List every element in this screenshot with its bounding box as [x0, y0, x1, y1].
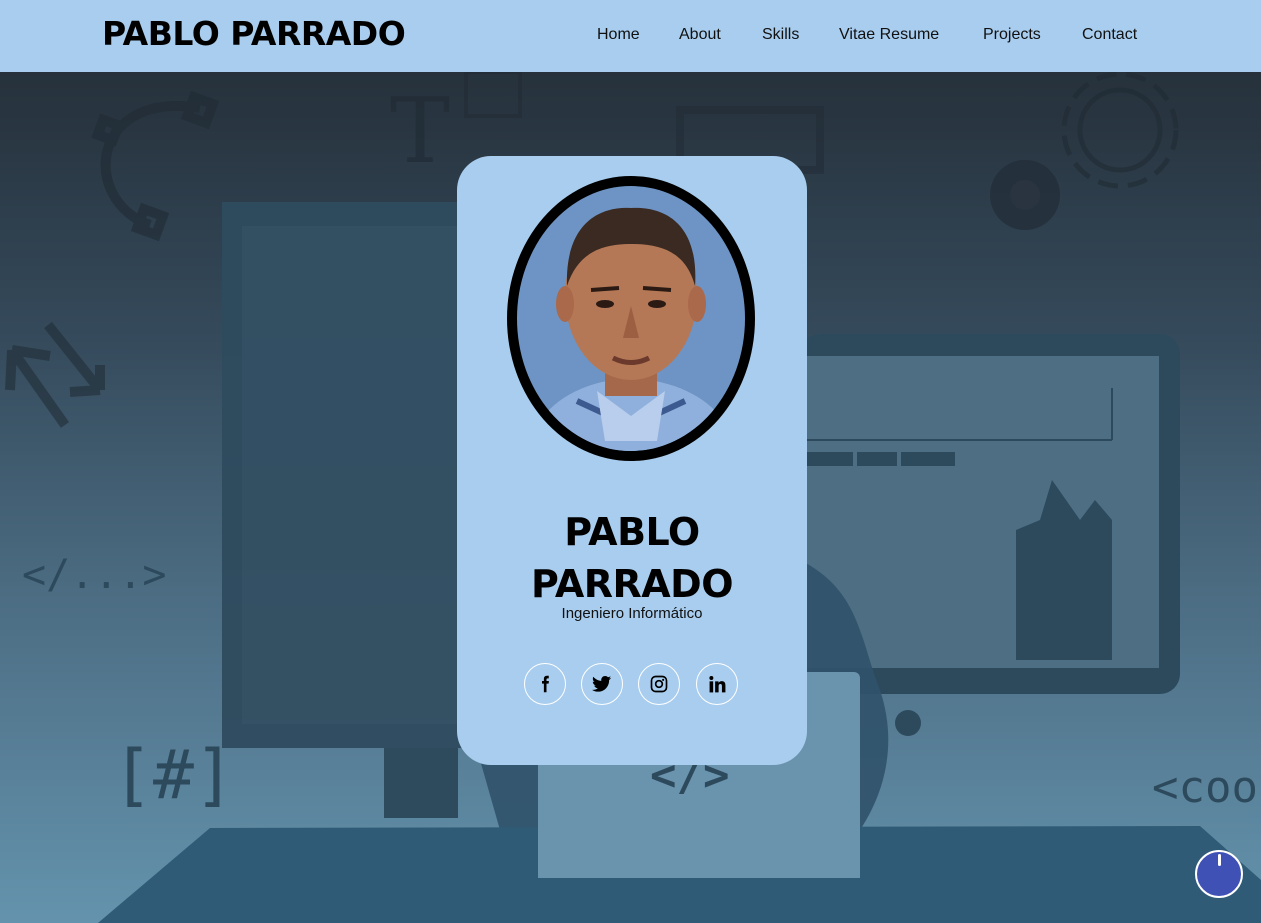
facebook-button[interactable] [524, 663, 566, 705]
nav-link-about[interactable]: About [679, 26, 721, 44]
linkedin-icon [708, 675, 725, 692]
nav-link-skills[interactable]: Skills [762, 26, 799, 44]
power-icon [1218, 854, 1221, 866]
profile-card: PABLO PARRADO Ingeniero Informático [457, 156, 807, 765]
nav-link-vitae-resume[interactable]: Vitae Resume [839, 26, 939, 44]
facebook-icon [542, 675, 549, 693]
nav-link-contact[interactable]: Contact [1082, 26, 1137, 44]
profile-name-line1: PABLO [564, 510, 700, 554]
code-tag-glyph: </...> [22, 552, 167, 598]
power-toggle-button[interactable] [1195, 850, 1243, 898]
avatar-photo [517, 186, 745, 451]
profile-role: Ingeniero Informático [561, 605, 703, 622]
avatar [507, 176, 755, 461]
instagram-icon [650, 675, 668, 693]
instagram-button[interactable] [638, 663, 680, 705]
nav-link-home[interactable]: Home [597, 26, 640, 44]
nav-link-projects[interactable]: Projects [983, 26, 1041, 44]
linkedin-button[interactable] [696, 663, 738, 705]
type-tool-icon: T [390, 79, 450, 184]
site-brand[interactable]: PABLO PARRADO [102, 14, 406, 53]
code-partial-glyph: <coo [1152, 762, 1258, 813]
resize-arrow-icon [5, 345, 70, 428]
twitter-icon [592, 676, 612, 692]
twitter-button[interactable] [581, 663, 623, 705]
profile-name: PABLO PARRADO [457, 506, 807, 610]
hash-glyph: [#] [112, 736, 235, 815]
profile-name-line2: PARRADO [530, 562, 734, 606]
navbar: PABLO PARRADO Home About Skills Vitae Re… [0, 0, 1261, 72]
